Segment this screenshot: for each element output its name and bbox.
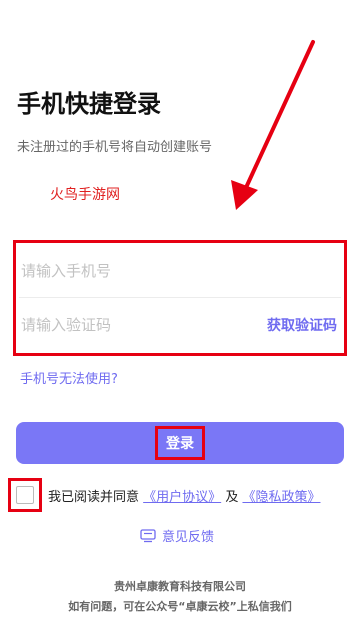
page-subtitle: 未注册过的手机号将自动创建账号 (17, 140, 213, 155)
footer-contact: 如有问题，可在公众号“卓康云校”上私信我们 (68, 600, 292, 613)
agreement-and: 及 (225, 490, 239, 505)
login-form: 获取验证码 (13, 240, 347, 356)
verification-code-input[interactable] (19, 315, 267, 335)
footer-company: 贵州卓康教育科技有限公司 (114, 580, 246, 593)
feedback-icon (140, 528, 156, 542)
agreement-checkbox-wrapper[interactable] (8, 478, 42, 512)
feedback-button[interactable]: 意见反馈 (140, 526, 214, 545)
agreement-text: 我已阅读并同意 《用户协议》 及 《隐私政策》 (48, 486, 320, 505)
phone-input[interactable] (19, 261, 341, 281)
user-agreement-link[interactable]: 《用户协议》 (143, 490, 221, 505)
phone-field-row (19, 245, 341, 298)
privacy-policy-link[interactable]: 《隐私政策》 (242, 490, 320, 505)
login-button-label: 登录 (155, 426, 205, 460)
get-code-button[interactable]: 获取验证码 (267, 315, 341, 335)
login-button[interactable]: 登录 (16, 422, 344, 464)
feedback-label: 意见反馈 (162, 530, 215, 545)
code-field-row: 获取验证码 (19, 299, 341, 351)
watermark-text: 火鸟手游网 (50, 187, 120, 203)
page-title: 手机快捷登录 (17, 90, 161, 118)
phone-unavailable-link[interactable]: 手机号无法使用? (20, 368, 118, 387)
agreement-checkbox[interactable] (16, 486, 34, 504)
agreement-prefix: 我已阅读并同意 (48, 490, 140, 505)
